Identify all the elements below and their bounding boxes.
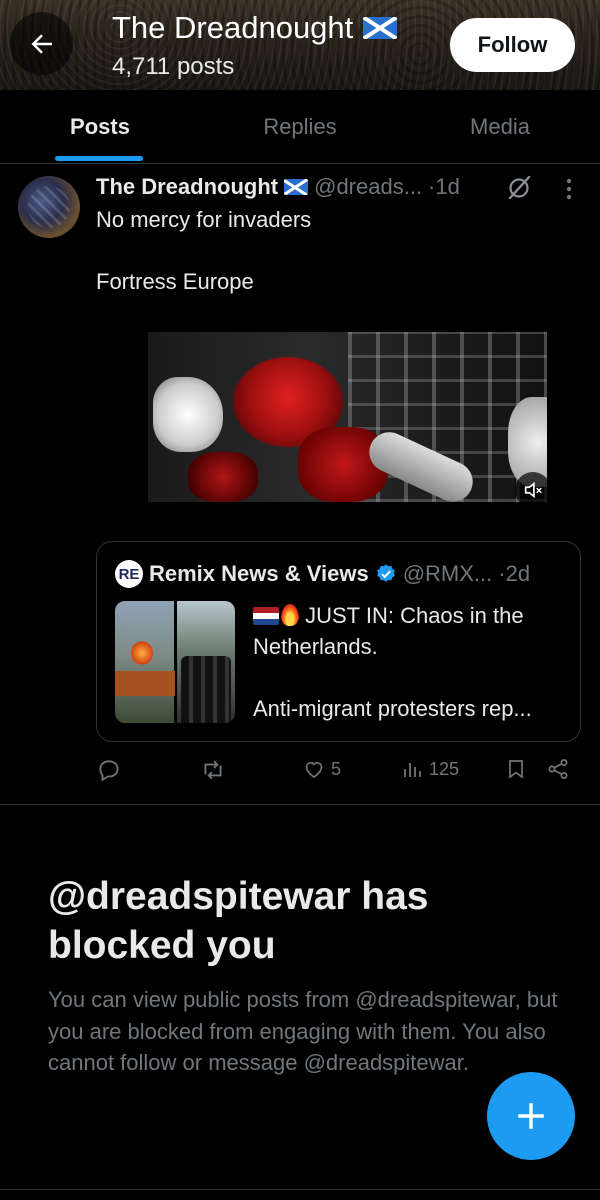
views-chart-icon [404, 763, 421, 777]
divider [0, 804, 600, 805]
quoted-text: JUST IN: Chaos in the Netherlands. Anti-… [253, 600, 532, 724]
bookmark-button[interactable] [504, 757, 528, 781]
quoted-post-header: RE Remix News & Views @RMX... ·2d [115, 560, 530, 588]
posts-count: 4,711 posts [112, 53, 235, 80]
avatar[interactable] [18, 176, 80, 238]
post-author-name[interactable]: The Dreadnought [96, 174, 278, 200]
profile-header: The Dreadnought 4,711 posts Follow [0, 0, 600, 90]
profile-tabs: Posts Replies Media [0, 90, 600, 164]
fire-icon [281, 604, 299, 626]
quoted-post[interactable]: RE Remix News & Views @RMX... ·2d JUST I… [96, 541, 581, 742]
reply-icon [99, 760, 119, 782]
more-vertical-icon[interactable] [559, 176, 579, 202]
share-button[interactable] [546, 757, 570, 781]
profile-title: The Dreadnought [112, 10, 398, 46]
reply-button[interactable] [96, 757, 122, 783]
post-handle[interactable]: @dreads... [314, 174, 422, 200]
like-button[interactable]: 5 [302, 757, 341, 781]
heart-icon [305, 762, 323, 778]
plus-icon [518, 1103, 544, 1129]
speaker-muted-icon [524, 481, 542, 499]
quoted-timestamp: ·2d [498, 561, 531, 586]
quoted-text-line: Anti-migrant protesters rep... [253, 696, 532, 721]
views-count: 125 [429, 758, 460, 779]
divider [0, 1189, 600, 1190]
quoted-text-line: Netherlands. [253, 634, 378, 659]
share-icon [548, 759, 568, 779]
post-actions: 5 125 [96, 757, 576, 787]
quoted-handle: @RMX... [402, 561, 493, 586]
netherlands-flag-icon [253, 607, 279, 625]
post-text: No mercy for invaders Fortress Europe [96, 205, 311, 297]
post-text-line: Fortress Europe [96, 269, 254, 294]
mute-button[interactable] [515, 472, 547, 502]
tab-media[interactable]: Media [400, 90, 600, 163]
back-button[interactable] [10, 12, 73, 75]
post-video[interactable] [148, 332, 547, 502]
arrow-left-icon [31, 33, 52, 54]
tab-posts[interactable]: Posts [0, 90, 200, 163]
like-count: 5 [331, 758, 342, 779]
post-header: The Dreadnought @dreads... ·1d [96, 174, 460, 200]
grok-icon[interactable] [506, 174, 532, 200]
tab-replies[interactable]: Replies [200, 90, 400, 163]
blocked-title: @dreadspitewar has blocked you [48, 875, 429, 967]
scotland-flag-icon [363, 17, 398, 39]
active-tab-indicator [55, 156, 143, 161]
quoted-text-line: JUST IN: Chaos in the [305, 603, 524, 628]
quoted-author-name: Remix News & Views [149, 561, 369, 586]
verified-badge-icon [376, 564, 395, 582]
compose-button[interactable] [487, 1072, 575, 1160]
blocked-description: You can view public posts from @dreadspi… [48, 987, 558, 1075]
views-button[interactable]: 125 [400, 757, 459, 781]
follow-button[interactable]: Follow [450, 18, 575, 72]
post-text-line: No mercy for invaders [96, 207, 312, 232]
quoted-thumbnail [115, 601, 235, 723]
repost-button[interactable] [200, 757, 226, 783]
bookmark-icon [509, 760, 523, 779]
remix-logo: RE [115, 560, 143, 588]
post-timestamp[interactable]: ·1d [428, 174, 460, 200]
scotland-flag-icon [284, 179, 309, 195]
profile-name: The Dreadnought [112, 10, 354, 45]
repost-icon [204, 760, 222, 780]
